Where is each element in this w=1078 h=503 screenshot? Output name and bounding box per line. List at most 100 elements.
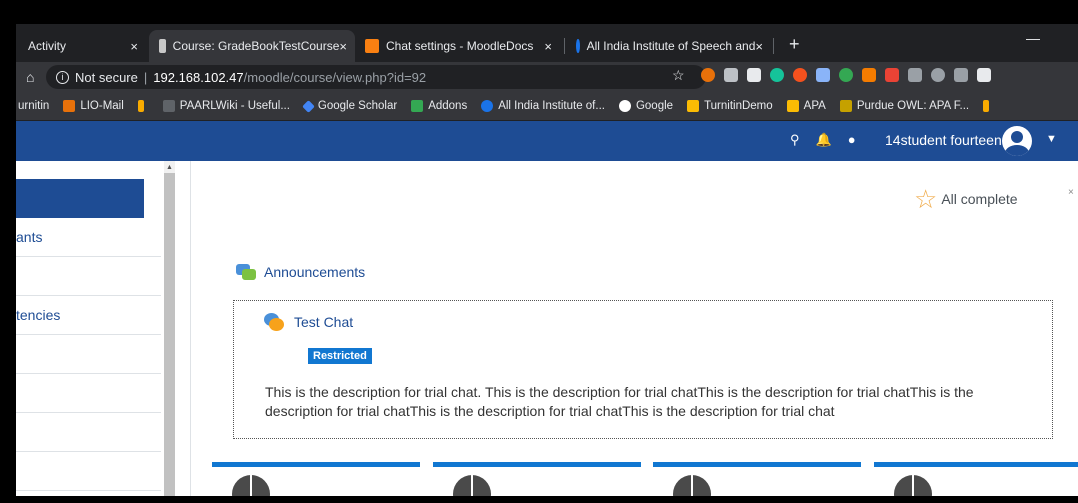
drawer-item-active[interactable]: [16, 179, 144, 218]
drawer-item-participants[interactable]: ants: [16, 218, 161, 257]
tab-strip: Activity × Course: GradeBookTestCourse ×…: [16, 24, 1078, 62]
drawer-scrollbar[interactable]: [164, 161, 175, 496]
url-host: 192.168.102.47: [153, 69, 244, 85]
moodle-favicon-icon: [159, 39, 166, 53]
restricted-badge[interactable]: Restricted: [308, 348, 372, 364]
drawer-item[interactable]: [16, 413, 161, 452]
tab-close-icon[interactable]: ×: [544, 39, 552, 54]
section-tile[interactable]: [874, 462, 1078, 496]
forum-icon: [236, 264, 256, 280]
bell-icon[interactable]: 🔔: [816, 132, 832, 148]
bookmark-item[interactable]: All India Institute of...: [481, 100, 605, 112]
bookmark-favicon-icon: [137, 100, 144, 112]
announcements-label: Announcements: [264, 264, 366, 280]
bookmark-item[interactable]: Google: [618, 100, 673, 112]
bookmark-item[interactable]: APA: [786, 100, 826, 112]
bookmark-label: APA: [803, 100, 826, 112]
download-icon[interactable]: [954, 68, 968, 82]
tab-aiish[interactable]: All India Institute of Speech and ×: [566, 30, 771, 62]
drawer-divider: [190, 161, 191, 496]
section-tile[interactable]: [653, 462, 861, 496]
tab-label: Activity: [28, 39, 67, 53]
close-icon[interactable]: ×: [1068, 187, 1074, 198]
drawer-item-competencies[interactable]: tencies: [16, 296, 161, 335]
extension-icon[interactable]: [724, 68, 738, 82]
bookmark-label: TurnitinDemo: [704, 100, 773, 112]
minimize-icon[interactable]: —: [1026, 30, 1040, 46]
tab-label: All India Institute of Speech and: [586, 39, 756, 53]
bookmark-item[interactable]: TurnitinDemo: [687, 100, 773, 112]
scholar-icon: [302, 99, 315, 113]
star-icon: ☆: [914, 184, 938, 214]
drawer-item[interactable]: [16, 335, 161, 374]
announcements-link[interactable]: Announcements: [236, 264, 365, 280]
drawer-item[interactable]: [16, 257, 161, 296]
search-icon[interactable]: ⚲: [790, 132, 800, 148]
progress-pie-icon: [894, 475, 932, 496]
moodle-navbar: ⚲ 🔔 ● 14student fourteen ▼: [16, 121, 1078, 161]
message-icon[interactable]: ●: [848, 132, 856, 148]
user-name[interactable]: 14student fourteen: [885, 132, 1002, 148]
info-icon[interactable]: i: [56, 70, 69, 84]
bookmark-label: All India Institute of...: [498, 100, 605, 112]
extension-icon[interactable]: [793, 68, 807, 82]
folder-icon: [687, 100, 700, 112]
new-tab-icon[interactable]: +: [789, 34, 800, 55]
extension-icon[interactable]: [862, 68, 876, 82]
drawer-item-label: ants: [16, 229, 43, 245]
tab-close-icon[interactable]: ×: [755, 39, 763, 54]
tab-label: Chat settings - MoodleDocs: [386, 39, 534, 53]
bookmark-item[interactable]: [983, 100, 994, 112]
bookmark-favicon-icon: [983, 100, 990, 112]
extension-icon[interactable]: [931, 68, 945, 82]
extension-icon[interactable]: [747, 68, 761, 82]
bookmark-favicon-icon: [63, 100, 76, 112]
tab-close-icon[interactable]: ×: [130, 39, 138, 54]
bookmarks-bar: urnitin LIO-Mail PAARLWiki - Useful... G…: [16, 92, 1078, 121]
puzzle-icon[interactable]: [977, 68, 991, 82]
google-icon: [618, 100, 631, 112]
address-divider: |: [143, 69, 148, 85]
grammarly-icon[interactable]: [770, 68, 784, 82]
bookmark-label: Purdue OWL: APA F...: [856, 100, 970, 112]
bookmark-item[interactable]: Google Scholar: [302, 99, 397, 113]
test-chat-link[interactable]: Test Chat: [264, 313, 353, 331]
bookmark-item[interactable]: PAARLWiki - Useful...: [162, 100, 290, 112]
progress-pie-icon: [453, 475, 491, 496]
extension-icon[interactable]: [839, 68, 853, 82]
drawer-item-label: tencies: [16, 307, 61, 323]
tab-close-icon[interactable]: ×: [339, 39, 347, 54]
extension-icon[interactable]: [908, 68, 922, 82]
tab-separator: [773, 38, 774, 54]
bookmark-label: Addons: [428, 100, 468, 112]
scroll-up-icon[interactable]: ▲: [166, 164, 173, 171]
tab-activity[interactable]: Activity ×: [16, 30, 146, 62]
url-path: /moodle/course/view.php?id=92: [243, 69, 427, 85]
address-bar[interactable]: i Not secure | 192.168.102.47 /moodle/co…: [46, 65, 706, 89]
completion-status: ☆ All complete: [914, 186, 1018, 212]
bookmark-item[interactable]: Addons: [411, 100, 467, 112]
section-tile[interactable]: [433, 462, 641, 496]
bookmark-star-icon[interactable]: ☆: [672, 67, 685, 84]
bookmark-item[interactable]: LIO-Mail: [63, 100, 124, 112]
extension-icon[interactable]: [885, 68, 899, 82]
chevron-down-icon[interactable]: ▼: [1046, 133, 1057, 145]
drawer-item[interactable]: [16, 374, 161, 413]
bookmark-label: urnitin: [18, 100, 50, 112]
bookmark-item[interactable]: urnitin: [18, 100, 49, 112]
aiish-favicon-icon: [576, 39, 580, 53]
avatar[interactable]: [1002, 126, 1032, 156]
tab-label: Course: GradeBookTestCourse: [172, 39, 340, 53]
tab-course[interactable]: Course: GradeBookTestCourse ×: [149, 30, 355, 62]
activity-description: This is the description for trial chat. …: [265, 384, 974, 419]
puzzle-icon: [411, 100, 424, 112]
browser-window: Activity × Course: GradeBookTestCourse ×…: [16, 24, 1078, 496]
tab-chat-settings[interactable]: Chat settings - MoodleDocs ×: [355, 30, 560, 62]
drawer-item[interactable]: [16, 452, 161, 491]
home-icon[interactable]: ⌂: [26, 69, 34, 85]
bookmark-item[interactable]: [137, 100, 149, 112]
bookmark-item[interactable]: Purdue OWL: APA F...: [839, 100, 970, 112]
download-icon[interactable]: [816, 68, 830, 82]
extension-icon[interactable]: [701, 68, 715, 82]
section-tile[interactable]: [212, 462, 420, 496]
